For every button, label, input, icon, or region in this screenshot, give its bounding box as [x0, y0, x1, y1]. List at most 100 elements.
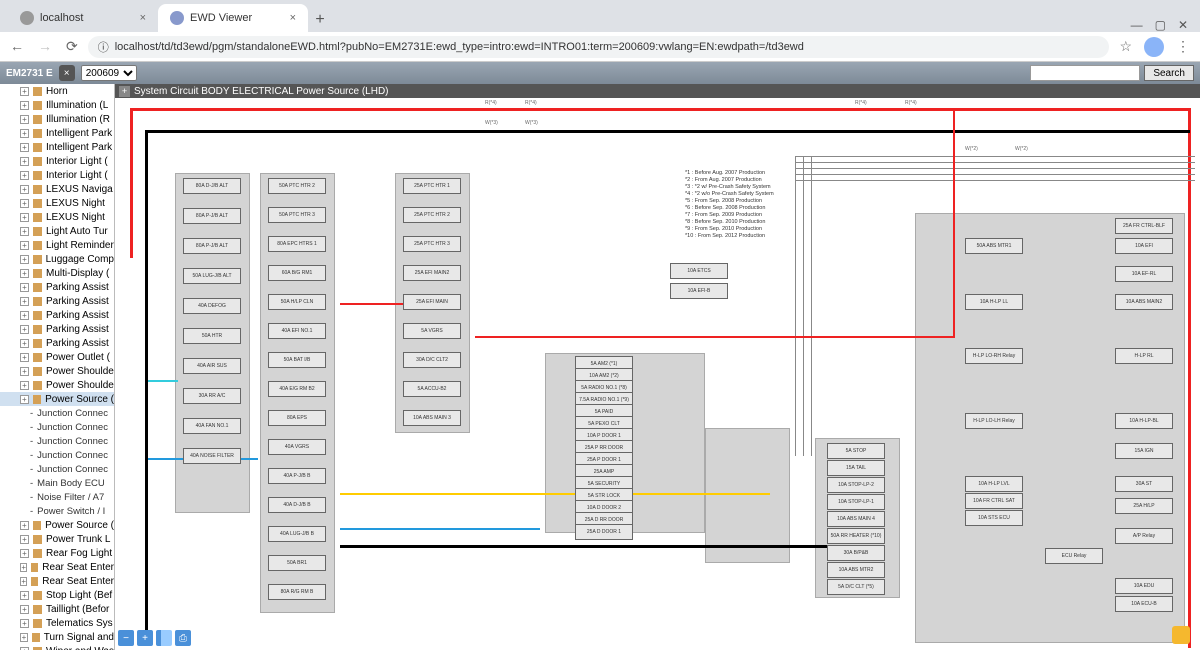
- fuse[interactable]: 10A EDU: [1115, 578, 1173, 594]
- fuse[interactable]: 60A B/G RM1: [268, 265, 326, 281]
- fuse[interactable]: 15A IGN: [1115, 443, 1173, 459]
- fuse[interactable]: H-LP LO-RH Relay: [965, 348, 1023, 364]
- fuse[interactable]: 5A VGRS: [403, 323, 461, 339]
- tree-item[interactable]: +Parking Assist: [0, 308, 114, 322]
- expand-icon[interactable]: +: [20, 605, 29, 614]
- fuse[interactable]: A/P Relay: [1115, 528, 1173, 544]
- tree-item[interactable]: +Intelligent Park: [0, 140, 114, 154]
- fuse[interactable]: 40A E/G RM B2: [268, 381, 326, 397]
- expand-icon[interactable]: +: [20, 395, 29, 404]
- close-icon[interactable]: ✕: [1178, 18, 1188, 32]
- fuse[interactable]: 25A EFI MAIN2: [403, 265, 461, 281]
- warning-icon[interactable]: [1172, 626, 1190, 644]
- tab-ewd-viewer[interactable]: EWD Viewer ×: [158, 4, 308, 32]
- fuse[interactable]: 40A LUG-J/B B: [268, 526, 326, 542]
- fuse[interactable]: 80A D-J/B ALT: [183, 178, 241, 194]
- expand-icon[interactable]: +: [20, 353, 29, 362]
- tree-item[interactable]: +Illumination (R: [0, 112, 114, 126]
- fuse[interactable]: 50A H/LP CLN: [268, 294, 326, 310]
- fuse[interactable]: 10A ABS MAIN2: [1115, 294, 1173, 310]
- tree-item[interactable]: +Power Source (: [0, 518, 114, 532]
- profile-avatar[interactable]: [1144, 37, 1164, 57]
- tree-item[interactable]: +Power Shoulde: [0, 364, 114, 378]
- tree-item[interactable]: Junction Connec: [0, 448, 114, 462]
- fuse[interactable]: 10A FR CTRL SAT: [965, 493, 1023, 509]
- fuse[interactable]: 50A PTC HTR 2: [268, 178, 326, 194]
- expand-icon[interactable]: +: [20, 297, 29, 306]
- fuse[interactable]: 5A ACCU-B2: [403, 381, 461, 397]
- expand-icon[interactable]: +: [20, 213, 29, 222]
- fuse[interactable]: 25A FR CTRL-BLF: [1115, 218, 1173, 234]
- fuse[interactable]: 80A P-J/B ALT: [183, 208, 241, 224]
- fuse[interactable]: H-LP LO-LH Relay: [965, 413, 1023, 429]
- tree-item[interactable]: Junction Connec: [0, 434, 114, 448]
- expand-icon[interactable]: +: [20, 157, 29, 166]
- tree-item[interactable]: +Interior Light (: [0, 154, 114, 168]
- tree-item[interactable]: +Parking Assist: [0, 322, 114, 336]
- fuse[interactable]: 25A PTC HTR 2: [403, 207, 461, 223]
- tree-item[interactable]: +Parking Assist: [0, 280, 114, 294]
- tree-item[interactable]: +Illumination (L: [0, 98, 114, 112]
- tree-item[interactable]: +Rear Seat Enter: [0, 574, 114, 588]
- fuse[interactable]: 40A NOISE FILTER: [183, 448, 241, 464]
- fuse[interactable]: 10A EF-RL: [1115, 266, 1173, 282]
- fuse[interactable]: 30A ST: [1115, 476, 1173, 492]
- fuse[interactable]: 30A D/C CLT2: [403, 352, 461, 368]
- fuse[interactable]: 10A STOP-LP-2: [827, 477, 885, 493]
- fuse[interactable]: 30A B/P&B: [827, 545, 885, 561]
- fuse[interactable]: 10A H-LP LL: [965, 294, 1023, 310]
- fuse[interactable]: 25A H/LP: [1115, 498, 1173, 514]
- tree-item[interactable]: +Wiper and Was: [0, 644, 114, 650]
- fuse[interactable]: 40A FAN NO.1: [183, 418, 241, 434]
- expand-icon[interactable]: +: [20, 549, 29, 558]
- fuse[interactable]: 50A HTR: [183, 328, 241, 344]
- fuse[interactable]: 80A EPS: [268, 410, 326, 426]
- expand-icon[interactable]: +: [20, 325, 29, 334]
- fuse[interactable]: 80A P-J/B ALT: [183, 238, 241, 254]
- tree-item[interactable]: +Parking Assist: [0, 336, 114, 350]
- tree-item[interactable]: +LEXUS Naviga: [0, 182, 114, 196]
- fuse[interactable]: 10A STOP-LP-1: [827, 494, 885, 510]
- search-button[interactable]: Search: [1144, 65, 1194, 81]
- fuse[interactable]: 10A ECU-B: [1115, 596, 1173, 612]
- fuse[interactable]: 80A EPC HTRS 1: [268, 236, 326, 252]
- tree-item[interactable]: +Horn: [0, 84, 114, 98]
- fuse[interactable]: 25A D DOOR 1: [575, 524, 633, 540]
- expand-icon[interactable]: +: [20, 143, 29, 152]
- tree-item[interactable]: Junction Connec: [0, 420, 114, 434]
- maximize-icon[interactable]: ▢: [1155, 18, 1166, 32]
- back-icon[interactable]: ←: [10, 38, 24, 55]
- expand-icon[interactable]: +: [20, 577, 27, 586]
- expand-icon[interactable]: +: [20, 171, 29, 180]
- fuse[interactable]: 30A RR A/C: [183, 388, 241, 404]
- fuse[interactable]: 50A BR1: [268, 555, 326, 571]
- address-bar[interactable]: ⓘ localhost/td/td3ewd/pgm/standaloneEWD.…: [88, 36, 1110, 58]
- fuse[interactable]: 40A AIR SUS: [183, 358, 241, 374]
- fuse[interactable]: 10A H-LP-BL: [1115, 413, 1173, 429]
- close-icon[interactable]: ×: [140, 12, 146, 24]
- fuse[interactable]: 25A PTC HTR 1: [403, 178, 461, 194]
- tree-item[interactable]: +Power Outlet (: [0, 350, 114, 364]
- tree-item[interactable]: +Light Auto Tur: [0, 224, 114, 238]
- reload-icon[interactable]: ⟳: [66, 38, 78, 55]
- expand-icon[interactable]: +: [20, 227, 29, 236]
- print-icon[interactable]: ⎙: [175, 630, 191, 646]
- tree-item[interactable]: +Multi-Display (: [0, 266, 114, 280]
- tree-item[interactable]: +Stop Light (Bef: [0, 588, 114, 602]
- tree-item[interactable]: Power Switch / I: [0, 504, 114, 518]
- expand-icon[interactable]: +: [20, 563, 27, 572]
- fuse[interactable]: 50A RR HEATER (*10): [827, 528, 885, 544]
- tree-item[interactable]: +Intelligent Park: [0, 126, 114, 140]
- fuse[interactable]: 25A EFI MAIN: [403, 294, 461, 310]
- fuse[interactable]: 10A ABS MAIN 4: [827, 511, 885, 527]
- tree-item[interactable]: +Parking Assist: [0, 294, 114, 308]
- tree-item[interactable]: +Power Trunk L: [0, 532, 114, 546]
- menu-icon[interactable]: ⋮: [1176, 38, 1190, 55]
- fuse[interactable]: ECU Relay: [1045, 548, 1103, 564]
- expand-icon[interactable]: +: [119, 86, 130, 97]
- expand-icon[interactable]: +: [20, 591, 29, 600]
- expand-icon[interactable]: +: [20, 535, 29, 544]
- expand-icon[interactable]: +: [20, 255, 29, 264]
- fuse[interactable]: 10A EFI: [1115, 238, 1173, 254]
- search-input[interactable]: [1030, 65, 1140, 81]
